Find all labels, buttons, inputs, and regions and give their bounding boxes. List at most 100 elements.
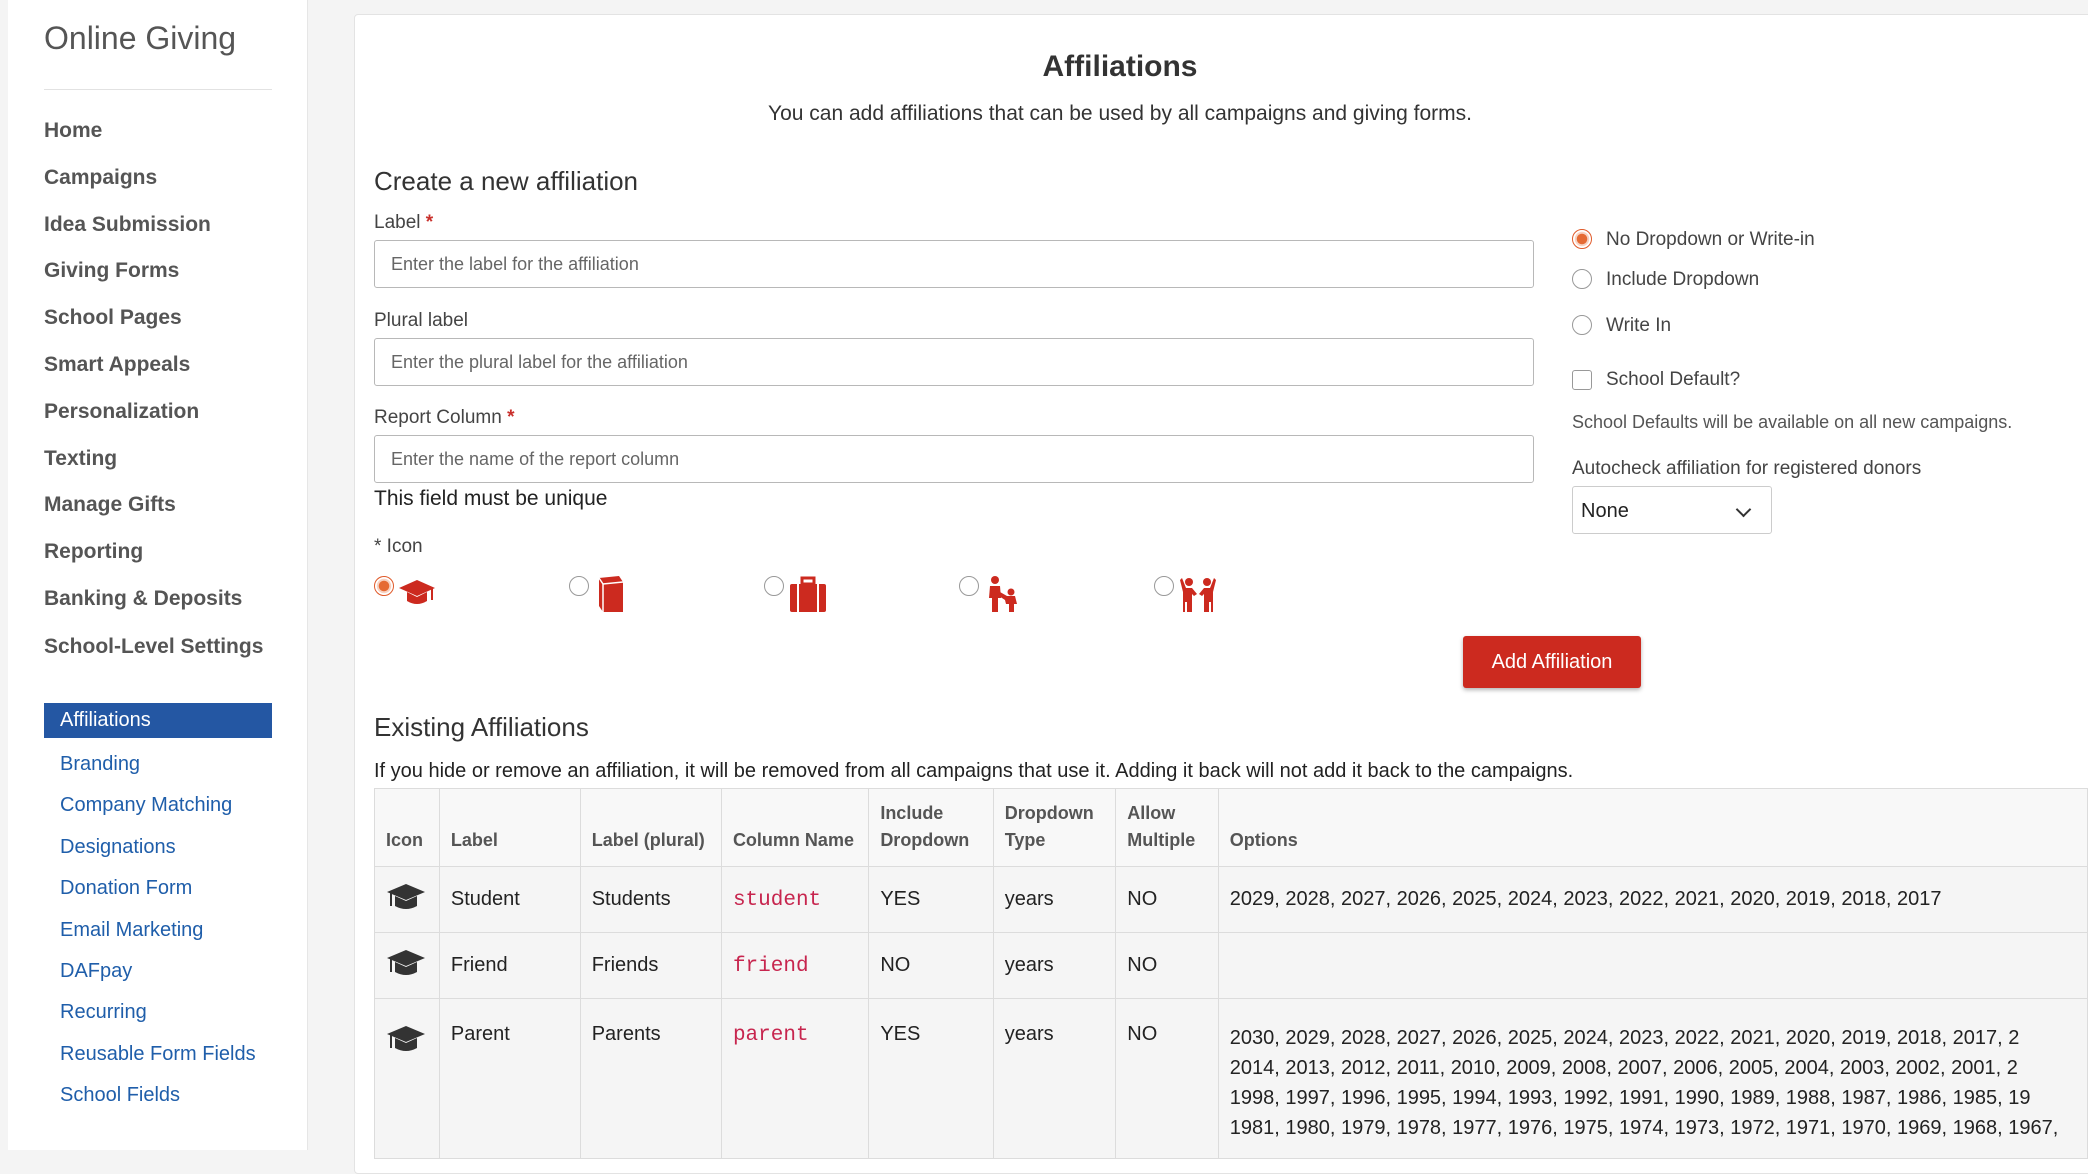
row-column-name: friend <box>720 932 870 999</box>
plural-label-input[interactable] <box>374 338 1534 386</box>
options-line: 2014, 2013, 2012, 2011, 2010, 2009, 2008… <box>1229 1057 2018 1079</box>
report-column-field-label: Report Column * <box>374 407 514 429</box>
label-input[interactable] <box>374 240 1534 288</box>
add-affiliation-button[interactable]: Add Affiliation <box>1463 636 1641 688</box>
subnav-item-school-fields[interactable]: School Fields <box>44 1075 272 1116</box>
nav-item-idea-submission[interactable]: Idea Submission <box>44 202 284 249</box>
settings-subnav: Affiliations Branding Company Matching D… <box>44 703 272 1116</box>
main-nav: Home Campaigns Idea Submission Giving Fo… <box>44 108 284 659</box>
autocheck-select[interactable]: None <box>1572 486 1772 534</box>
row-dropdown-type: years <box>992 932 1117 999</box>
icon-option-book[interactable] <box>569 572 659 618</box>
graduation-cap-icon <box>387 1026 425 1051</box>
subnav-item-recurring[interactable]: Recurring <box>44 992 272 1033</box>
nav-item-home[interactable]: Home <box>44 108 284 155</box>
nav-item-school-pages[interactable]: School Pages <box>44 295 284 342</box>
row-column-code: student <box>732 888 822 912</box>
app-title: Online Giving <box>44 20 237 56</box>
nav-item-manage-gifts[interactable]: Manage Gifts <box>44 482 284 529</box>
label-field-label: Label * <box>374 212 433 234</box>
unique-field-note: This field must be unique <box>374 487 608 510</box>
nav-item-campaigns[interactable]: Campaigns <box>44 155 284 202</box>
subnav-item-reusable-form-fields[interactable]: Reusable Form Fields <box>44 1034 272 1075</box>
autocheck-selected-value: None <box>1581 500 1629 522</box>
table-row[interactable]: Student Students student YES years NO 20… <box>374 866 2088 933</box>
row-plural: Students <box>579 866 722 933</box>
table-row[interactable]: Parent Parents parent YES years NO 2030,… <box>374 998 2088 1159</box>
column-header-include-dropdown: Include Dropdown <box>868 788 994 867</box>
book-icon <box>598 576 624 612</box>
chevron-down-icon <box>1735 501 1752 518</box>
row-include-dropdown: YES <box>868 866 994 933</box>
graduation-cap-icon <box>387 883 425 909</box>
table-row[interactable]: Friend Friends friend NO years NO <box>374 932 2088 999</box>
row-include-dropdown: YES <box>868 998 994 1159</box>
row-label: Parent <box>438 998 581 1159</box>
subnav-item-designations[interactable]: Designations <box>44 827 272 868</box>
icon-option-briefcase[interactable] <box>764 572 854 618</box>
report-column-input[interactable] <box>374 435 1534 483</box>
row-label: Friend <box>438 932 581 999</box>
row-column-name: parent <box>720 998 870 1159</box>
subnav-item-email-marketing[interactable]: Email Marketing <box>44 910 272 951</box>
plural-label-field-label: Plural label <box>374 310 468 331</box>
row-allow-multiple: NO <box>1115 998 1219 1159</box>
column-header-column-name: Column Name <box>720 788 870 867</box>
dropdown-radio[interactable] <box>1572 229 1592 249</box>
dropdown-radio[interactable] <box>1572 269 1592 289</box>
options-line: 1981, 1980, 1979, 1978, 1977, 1976, 1975… <box>1229 1117 2059 1139</box>
graduation-cap-icon <box>387 949 425 975</box>
column-header-dropdown-type: Dropdown Type <box>992 788 1117 867</box>
row-icon-cell <box>374 932 440 999</box>
row-plural: Friends <box>579 932 722 999</box>
divider <box>44 89 272 90</box>
school-default-checkbox[interactable] <box>1572 370 1592 390</box>
row-options <box>1217 932 2088 999</box>
row-plural: Parents <box>579 998 722 1159</box>
icon-radio[interactable] <box>374 576 394 596</box>
row-allow-multiple: NO <box>1115 932 1219 999</box>
sidebar: Online Giving Home Campaigns Idea Submis… <box>8 0 308 1150</box>
column-header-icon: Icon <box>374 788 440 867</box>
icon-option-graduation-cap[interactable] <box>374 572 464 618</box>
option-label: Write In <box>1606 315 1672 336</box>
icon-radio[interactable] <box>764 576 784 596</box>
school-defaults-note: School Defaults will be available on all… <box>1572 412 2013 432</box>
icon-radio[interactable] <box>569 576 589 596</box>
column-header-allow-multiple: Allow Multiple <box>1115 788 1219 867</box>
subnav-item-dafpay[interactable]: DAFpay <box>44 951 272 992</box>
subnav-item-company-matching[interactable]: Company Matching <box>44 785 272 826</box>
row-column-name: student <box>720 866 870 933</box>
options-line: 2030, 2029, 2028, 2027, 2026, 2025, 2024… <box>1229 1027 2020 1049</box>
nav-item-reporting[interactable]: Reporting <box>44 529 284 576</box>
table-header-row: Icon Label Label (plural) Column Name In… <box>374 788 2088 867</box>
nav-item-personalization[interactable]: Personalization <box>44 389 284 436</box>
icon-radio[interactable] <box>1154 576 1174 596</box>
column-header-label-plural: Label (plural) <box>579 788 722 867</box>
subnav-item-affiliations[interactable]: Affiliations <box>44 703 272 738</box>
required-mark: * <box>507 407 515 428</box>
column-header-label: Label <box>438 788 581 867</box>
nav-item-school-level-settings[interactable]: School-Level Settings <box>44 623 284 659</box>
option-label: Include Dropdown <box>1606 269 1760 290</box>
icon-option-parent-child[interactable] <box>959 572 1049 618</box>
dropdown-radio[interactable] <box>1572 315 1592 335</box>
subnav-item-branding[interactable]: Branding <box>44 744 272 785</box>
create-affiliation-heading: Create a new affiliation <box>374 166 639 196</box>
report-column-field-text: Report Column <box>374 407 502 428</box>
icon-radio[interactable] <box>959 576 979 596</box>
icon-option-children[interactable] <box>1154 572 1244 618</box>
option-label: No Dropdown or Write-in <box>1606 229 1815 250</box>
children-icon <box>1180 578 1216 612</box>
row-column-code: friend <box>732 954 809 978</box>
autocheck-label: Autocheck affiliation for registered don… <box>1572 458 1922 479</box>
row-label: Student <box>438 866 581 933</box>
subnav-item-donation-form[interactable]: Donation Form <box>44 868 272 909</box>
nav-item-banking-deposits[interactable]: Banking & Deposits <box>44 576 284 623</box>
nav-item-texting[interactable]: Texting <box>44 436 284 483</box>
affiliations-table: Icon Label Label (plural) Column Name In… <box>374 788 2088 1159</box>
row-dropdown-type: years <box>992 998 1117 1159</box>
nav-item-giving-forms[interactable]: Giving Forms <box>44 248 284 295</box>
page-title: Affiliations <box>1042 50 1198 83</box>
nav-item-smart-appeals[interactable]: Smart Appeals <box>44 342 284 389</box>
